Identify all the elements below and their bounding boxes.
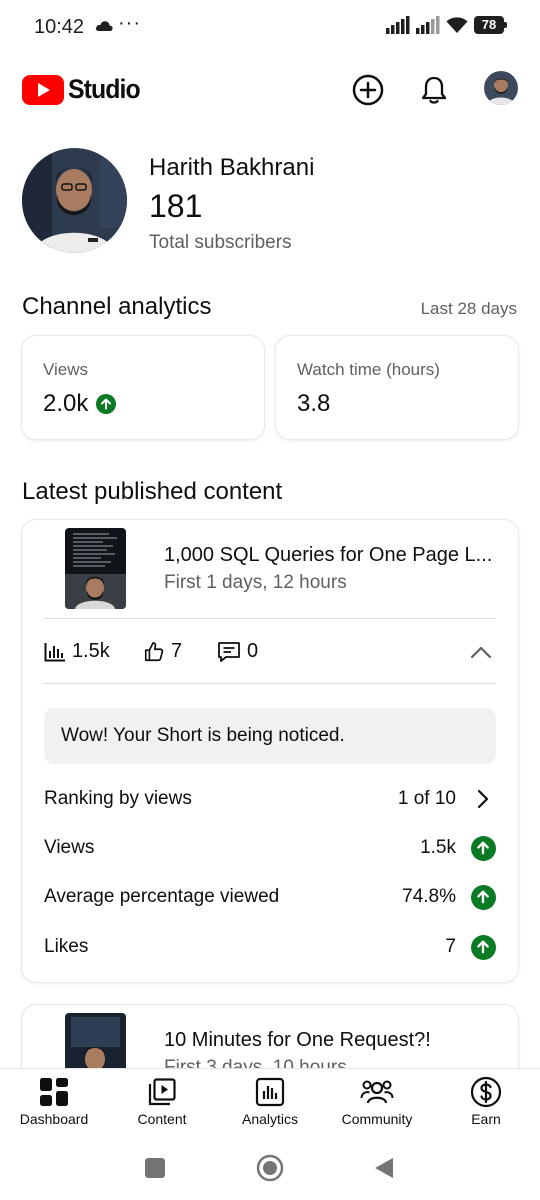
studio-logo[interactable]: Studio (22, 74, 146, 105)
views-row: Views 1.5k (44, 835, 496, 865)
subscriber-count: 181 (149, 188, 203, 224)
dashboard-icon (40, 1078, 68, 1106)
thumbnail-image (65, 528, 126, 609)
views-stat: 1.5k (44, 640, 110, 663)
views-stat-value: 1.5k (72, 640, 110, 662)
back-button[interactable] (372, 1156, 396, 1180)
subscriber-label: Total subscribers (149, 232, 292, 253)
likes-row: Likes 7 (44, 934, 496, 964)
channel-avatar[interactable] (22, 148, 127, 253)
views-value: 2.0k (43, 390, 89, 417)
notifications-button[interactable] (414, 70, 454, 110)
nav-label: Content (137, 1111, 187, 1127)
home-circle-icon (256, 1154, 284, 1182)
arrow-up-icon (470, 835, 496, 861)
nav-label: Earn (471, 1111, 501, 1127)
comment-icon (218, 641, 240, 662)
bottom-navigation: Dashboard Content Analytics Community Ea… (0, 1068, 540, 1140)
analytics-title: Channel analytics (22, 293, 212, 320)
row-label: Ranking by views (44, 788, 192, 809)
nav-label: Community (341, 1111, 413, 1127)
row-label: Average percentage viewed (44, 886, 280, 907)
channel-avatar-image (22, 148, 127, 253)
square-icon (145, 1158, 165, 1178)
watch-time-value: 3.8 (297, 390, 331, 417)
bell-icon (421, 76, 447, 104)
channel-profile: Harith Bakhrani 181 Total subscribers (22, 148, 522, 258)
nav-analytics[interactable]: Analytics (220, 1075, 320, 1137)
nav-label: Analytics (241, 1111, 299, 1127)
views-metric-card[interactable]: Views 2.0k (22, 336, 264, 439)
chevron-right-icon (470, 786, 496, 812)
watch-time-label: Watch time (hours) (297, 360, 440, 379)
analytics-period: Last 28 days (420, 299, 517, 318)
views-value-wrap: 2.0k (43, 390, 117, 418)
thumbs-up-icon (144, 641, 164, 661)
divider (44, 618, 496, 619)
ranking-row[interactable]: Ranking by views 1 of 10 (44, 786, 496, 816)
row-value: 1.5k (420, 837, 456, 858)
add-circle-icon (352, 74, 384, 106)
row-label: Views (44, 837, 95, 858)
status-bar: 10:42 ··· 78 (0, 0, 540, 54)
row-value: 1 of 10 (397, 788, 456, 809)
video-thumbnail[interactable] (65, 528, 126, 609)
views-label: Views (43, 360, 89, 379)
row-label: Likes (44, 936, 89, 957)
content-card: 1,000 SQL Queries for One Page L... Firs… (22, 520, 518, 982)
likes-stat-value: 7 (171, 640, 183, 662)
nav-label: Dashboard (19, 1111, 89, 1127)
row-value: 7 (445, 936, 456, 957)
battery-indicator: 78 (474, 16, 507, 34)
content-library-icon (148, 1078, 176, 1106)
nav-content[interactable]: Content (112, 1075, 212, 1137)
likes-stat: 7 (143, 640, 182, 663)
youtube-play-icon (22, 74, 64, 105)
community-icon (360, 1080, 394, 1104)
cloud-icon (95, 21, 113, 31)
chevron-up-icon (470, 646, 492, 659)
row-value: 74.8% (402, 886, 456, 907)
home-button[interactable] (256, 1154, 284, 1182)
video-title[interactable]: 1,000 SQL Queries for One Page L... (164, 544, 499, 567)
nav-dashboard[interactable]: Dashboard (4, 1075, 104, 1137)
notification-dots: ··· (118, 12, 141, 34)
wifi-icon (446, 17, 468, 33)
account-avatar[interactable] (484, 71, 518, 105)
nav-community[interactable]: Community (327, 1075, 427, 1137)
arrow-up-icon (470, 934, 496, 960)
recents-button[interactable] (144, 1157, 166, 1179)
collapse-button[interactable] (466, 640, 496, 664)
divider (44, 683, 496, 684)
comments-stat-value: 0 (247, 640, 259, 662)
video-age: First 1 days, 12 hours (164, 572, 347, 593)
back-triangle-icon (375, 1158, 393, 1178)
latest-content-title: Latest published content (22, 478, 283, 505)
create-button[interactable] (348, 70, 388, 110)
signal-icon (386, 16, 410, 34)
arrow-up-icon (96, 394, 117, 414)
signal-icon-2 (416, 16, 440, 34)
arrow-up-icon (470, 884, 496, 910)
logo-text: Studio (68, 74, 141, 104)
system-navigation (0, 1140, 540, 1200)
avatar-image (484, 71, 518, 105)
performance-notice: Wow! Your Short is being noticed. (44, 708, 496, 764)
status-time: 10:42 (34, 16, 85, 38)
app-bar: Studio (0, 62, 540, 118)
comments-stat: 0 (217, 640, 258, 663)
watch-time-metric-card[interactable]: Watch time (hours) 3.8 (276, 336, 518, 439)
analytics-icon (255, 1077, 285, 1107)
nav-earn[interactable]: Earn (436, 1075, 536, 1137)
channel-name: Harith Bakhrani (149, 154, 315, 181)
avg-percentage-row: Average percentage viewed 74.8% (44, 884, 496, 914)
video-title[interactable]: 10 Minutes for One Request?! (164, 1029, 499, 1052)
bar-chart-icon (44, 642, 65, 661)
dollar-circle-icon (470, 1076, 502, 1108)
